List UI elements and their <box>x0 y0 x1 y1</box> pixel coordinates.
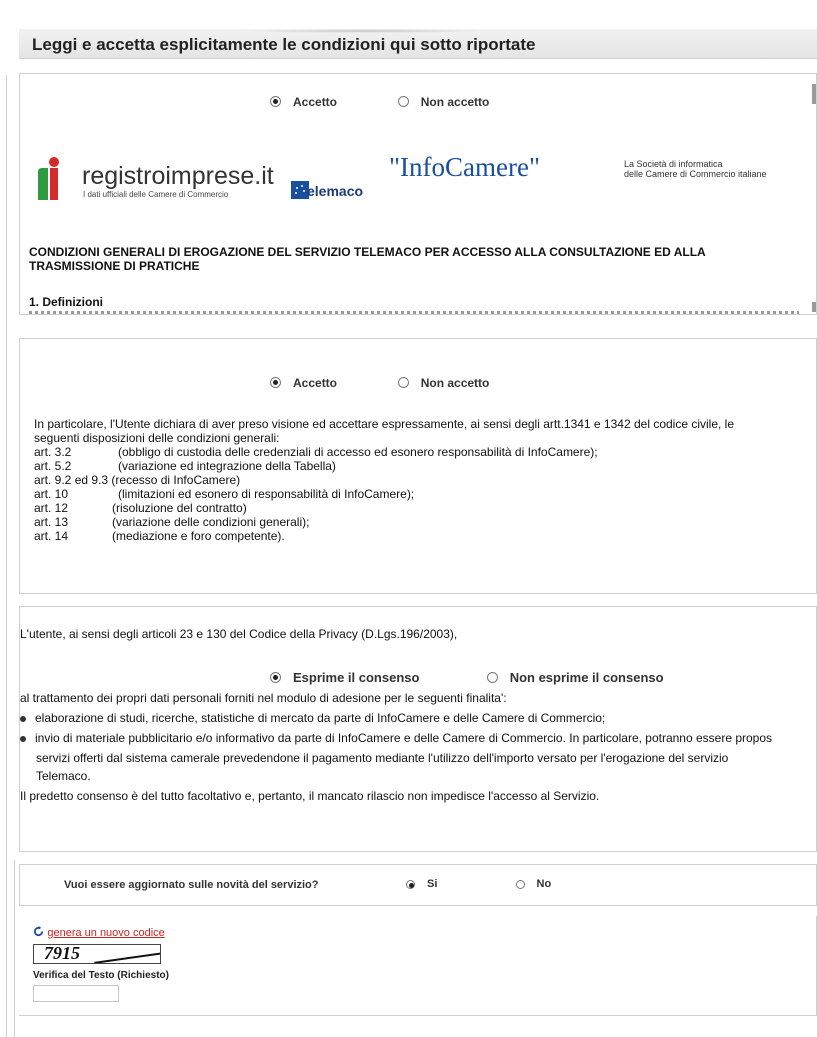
consent-closing: Il predetto consenso è del tutto facolta… <box>20 789 600 803</box>
infocamere-tagline-line-2: delle Camere di Commercio italiane <box>624 169 767 179</box>
header-shadow <box>240 29 490 33</box>
decline-radio-1[interactable] <box>397 96 409 108</box>
regenerate-captcha-link[interactable]: genera un nuovo codice <box>33 925 165 940</box>
article-code: art. 3.2 <box>34 445 72 459</box>
page-title: Leggi e accetta esplicitamente le condiz… <box>32 35 536 54</box>
captcha-image-text: 7915 <box>44 944 80 963</box>
article-code: art. 10 <box>34 487 69 501</box>
newsletter-yes-label: Si <box>427 878 438 891</box>
consent-radio-group: Esprime il consenso Non esprime il conse… <box>270 669 664 685</box>
registroimprese-logo-icon <box>34 156 78 200</box>
article-row: art. 9.2 ed 9.3 (recesso di InfoCamere) <box>34 473 240 487</box>
purpose-bullet-2: invio di materiale pubblicitario e/o inf… <box>20 731 772 745</box>
no-consent-radio[interactable] <box>486 672 498 684</box>
newsletter-no-label: No <box>536 878 552 891</box>
article-code: art. 5.2 <box>34 459 72 473</box>
captcha-image: 7915 <box>33 944 161 964</box>
privacy-consent-box: L'utente, ai sensi degli articoli 23 e 1… <box>19 606 817 852</box>
article-desc: (variazione delle condizioni generali); <box>112 515 310 529</box>
conditions-box: Accetto Non accetto registroimprese.it I… <box>19 73 817 315</box>
article-code: art. 14 <box>34 529 69 543</box>
scrollbar-thumb[interactable] <box>812 84 816 104</box>
decline-label-2: Non accetto <box>420 375 490 390</box>
bullet-icon <box>20 735 26 742</box>
purpose-bullet-1: elaborazione di studi, ricerche, statist… <box>20 711 605 725</box>
accept-radio-1[interactable] <box>270 96 281 108</box>
article-desc: (recesso di InfoCamere) <box>111 473 241 487</box>
no-consent-label: Non esprime il consenso <box>509 670 664 686</box>
article-desc: (mediazione e foro competente). <box>112 529 285 543</box>
article-row: art. 3.2 <box>34 445 71 459</box>
consent-radio[interactable] <box>270 672 281 684</box>
infocamere-tagline: La Società di informatica delle Camere d… <box>624 159 767 179</box>
captcha-input[interactable] <box>33 985 119 1002</box>
purpose-bullet-2-text: invio di materiale pubblicitario e/o inf… <box>35 731 773 745</box>
article-code: art. 12 <box>34 501 69 515</box>
newsletter-radio-group: Si No <box>406 878 551 890</box>
article-desc: (risoluzione del contratto) <box>112 501 247 515</box>
article-desc: (variazione ed integrazione della Tabell… <box>118 459 336 473</box>
left-border-lower <box>14 860 15 1037</box>
scrollbar-arrow-down[interactable] <box>812 302 816 312</box>
purpose-bullet-1-text: elaborazione di studi, ricerche, statist… <box>35 711 606 725</box>
conditions-heading-2: TRASMISSIONE DI PRATICHE <box>29 259 200 273</box>
consent-label: Esprime il consenso <box>293 670 420 686</box>
decline-radio-2[interactable] <box>397 377 409 389</box>
specific-approval-box: Accetto Non accetto In particolare, l'Ut… <box>19 338 817 594</box>
article-code: art. 13 <box>34 515 69 529</box>
approval-intro-line-1: In particolare, l'Utente dichiara di ave… <box>34 417 735 431</box>
regenerate-captcha-label[interactable]: genera un nuovo codice <box>47 927 164 939</box>
article-desc: (limitazioni ed esonero di responsabilit… <box>118 487 415 501</box>
article-row: art. 12 <box>34 501 68 515</box>
definitions-heading: 1. Definizioni <box>29 295 104 309</box>
article-row: art. 14 <box>34 529 68 543</box>
registroimprese-logo-text: registroimprese.it <box>82 162 274 190</box>
article-desc: (obbligo di custodia delle credenziali d… <box>118 445 598 459</box>
left-border <box>6 75 7 1037</box>
clipped-text-line <box>29 311 799 314</box>
infocamere-logo: "InfoCamere" <box>389 152 540 182</box>
newsletter-yes-radio[interactable] <box>406 879 415 889</box>
article-row: art. 10 <box>34 487 68 501</box>
article-row: art. 13 <box>34 515 68 529</box>
purpose-bullet-2-line-3: Telemaco. <box>36 769 91 783</box>
conditions-heading-1: CONDIZIONI GENERALI DI EROGAZIONE DEL SE… <box>29 245 706 259</box>
privacy-intro: L'utente, ai sensi degli articoli 23 e 1… <box>20 627 458 641</box>
infocamere-tagline-line-1: La Società di informatica <box>624 159 723 169</box>
article-row: art. 5.2 <box>34 459 71 473</box>
newsletter-box: Vuoi essere aggiornato sulle novità del … <box>19 864 817 906</box>
accept-label-2: Accetto <box>293 375 338 390</box>
accept-radio-2[interactable] <box>270 377 281 389</box>
newsletter-no-radio[interactable] <box>515 879 525 889</box>
newsletter-question: Vuoi essere aggiornato sulle novità del … <box>64 879 319 891</box>
refresh-icon <box>33 925 44 940</box>
accept-radio-group-2: Accetto Non accetto <box>270 375 489 390</box>
approval-intro-line-2: seguenti disposizioni delle condizioni g… <box>34 431 280 445</box>
accept-radio-group-1: Accetto Non accetto <box>270 94 489 109</box>
decline-label-1: Non accetto <box>420 94 490 109</box>
privacy-purpose: al trattamento dei propri dati personali… <box>20 691 507 705</box>
purpose-bullet-2-line-2: servizi offerti dal sistema camerale pre… <box>36 751 729 765</box>
bullet-icon <box>20 715 26 722</box>
captcha-noise-line <box>94 952 160 963</box>
accept-label-1: Accetto <box>293 94 338 109</box>
telemaco-logo-text: elemaco <box>307 183 364 199</box>
registroimprese-tagline: I dati ufficiali delle Camere di Commerc… <box>83 190 229 199</box>
article-code: art. 9.2 ed 9.3 <box>34 473 109 487</box>
section-header: Leggi e accetta esplicitamente le condiz… <box>19 29 817 59</box>
captcha-field-label: Verifica del Testo (Richiesto) <box>33 970 169 981</box>
